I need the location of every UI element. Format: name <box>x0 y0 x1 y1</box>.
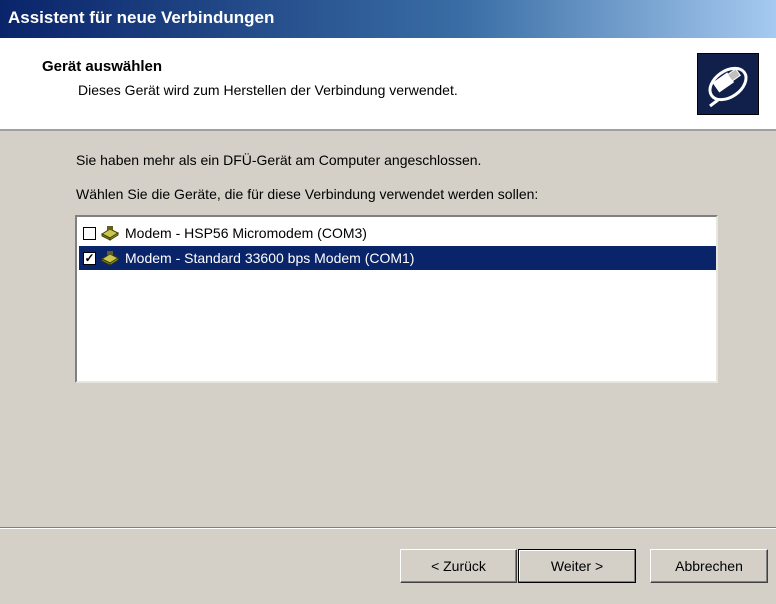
title-bar[interactable]: Assistent für neue Verbindungen <box>0 0 776 38</box>
device-list-item[interactable]: ✓ Modem - Standard 33600 bps Modem (COM1… <box>79 246 716 270</box>
separator <box>0 527 776 529</box>
page-title: Gerät auswählen <box>42 58 163 75</box>
wizard-header: Gerät auswählen Dieses Gerät wird zum He… <box>0 38 776 131</box>
instruction-text: Wählen Sie die Geräte, die für diese Ver… <box>76 186 539 202</box>
info-text: Sie haben mehr als ein DFÜ-Gerät am Comp… <box>76 152 482 168</box>
modem-icon <box>100 225 120 241</box>
next-button[interactable]: Weiter > <box>518 549 636 583</box>
device-checkbox[interactable] <box>83 226 96 240</box>
cancel-button[interactable]: Abbrechen <box>650 549 768 583</box>
device-list-item[interactable]: Modem - HSP56 Micromodem (COM3) <box>79 221 716 245</box>
page-subtitle: Dieses Gerät wird zum Herstellen der Ver… <box>78 82 458 98</box>
device-label: Modem - Standard 33600 bps Modem (COM1) <box>125 250 415 266</box>
connection-plug-icon <box>697 53 759 115</box>
back-button[interactable]: < Zurück <box>400 549 517 583</box>
device-label: Modem - HSP56 Micromodem (COM3) <box>125 225 367 241</box>
device-checkbox[interactable]: ✓ <box>83 251 96 265</box>
modem-icon <box>100 250 120 266</box>
device-list[interactable]: Modem - HSP56 Micromodem (COM3) ✓ Modem … <box>75 215 718 383</box>
window-title: Assistent für neue Verbindungen <box>8 8 275 27</box>
